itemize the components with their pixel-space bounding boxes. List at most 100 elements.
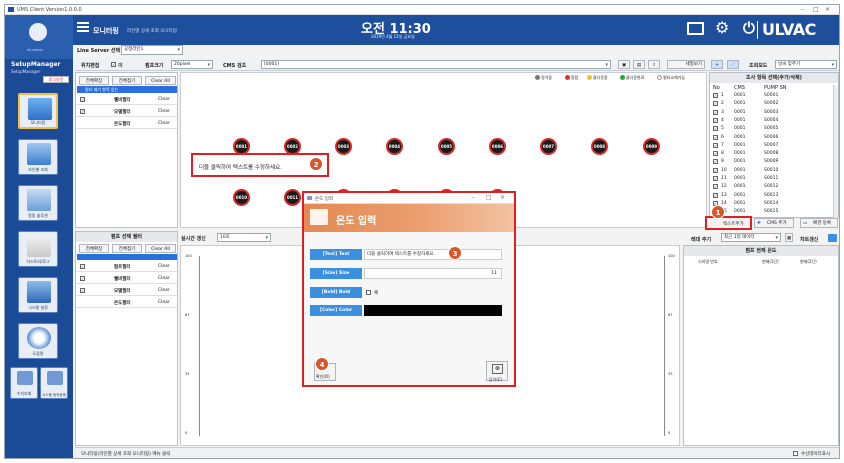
pump-marker[interactable]: 0005 — [438, 138, 455, 155]
pump-size-select[interactable]: 20pixel — [171, 60, 213, 69]
pump-filter-row-clear[interactable]: Clear — [158, 264, 170, 269]
filter-row-checkbox[interactable]: ✓ — [80, 97, 85, 102]
pump-list-row[interactable]: ✓ 13 0001 S0013 — [710, 192, 832, 200]
sidebar-item-system-settings[interactable]: 시스템 설정 — [18, 277, 58, 313]
chart-refresh-icon[interactable] — [828, 234, 837, 242]
maximize-button[interactable]: □ — [813, 6, 819, 13]
pump-list-row-checkbox[interactable]: ✓ — [713, 159, 718, 165]
pump-list-row-checkbox[interactable]: ✓ — [713, 134, 718, 140]
field-text-input[interactable]: 더블 클릭하여 텍스트를 수정하세요. — [364, 249, 502, 260]
pump-marker[interactable]: 0003 — [335, 138, 352, 155]
field-size-input[interactable]: 11 — [364, 268, 502, 279]
pump-marker[interactable]: 0008 — [591, 138, 608, 155]
pump-list-row-checkbox[interactable]: ✓ — [713, 93, 718, 98]
pump-list-row[interactable]: ✓ 9 0001 S0009 — [710, 158, 832, 166]
dialog-close-footer-button[interactable]: ⊗ 닫기(C) — [486, 361, 508, 382]
sidebar-item-history[interactable]: 히스토리/로그 — [18, 231, 58, 267]
dialog-close-button[interactable]: × — [500, 194, 505, 201]
pump-marker[interactable]: 0006 — [489, 138, 506, 155]
upload-icon[interactable]: ⇪ — [648, 60, 660, 69]
pump-list-row-checkbox[interactable]: ✓ — [713, 184, 718, 190]
history-range-select[interactable]: 최근 1일 데이터 — [721, 233, 781, 242]
pump-list-row[interactable]: ✓ 8 0001 S0008 — [710, 150, 832, 158]
cms-select[interactable]: [0001] — [261, 60, 611, 69]
pump-list-row[interactable]: ✓ 1 0001 S0001 — [710, 92, 832, 100]
pump-filter-row-checkbox[interactable]: ✓ — [80, 264, 85, 269]
filter-row-clear[interactable]: Clear — [158, 109, 170, 114]
pump-filter-row-clear[interactable]: Clear — [158, 276, 170, 281]
pump-filter-row-checkbox[interactable]: ✓ — [80, 276, 85, 281]
link-icon[interactable]: ⟋ — [727, 60, 739, 69]
sidebar-item-help[interactable]: 도움말 — [18, 323, 58, 359]
pump-list-row[interactable]: ✓ 2 0001 S0002 — [710, 100, 832, 108]
chart-refresh-label[interactable]: 차트갱신 — [800, 236, 818, 243]
field-color-swatch[interactable] — [364, 305, 502, 316]
dialog-minimize-button[interactable]: – — [472, 194, 475, 201]
pump-list-row[interactable]: ✓ 3 0001 S0003 — [710, 109, 832, 117]
pump-list-row-checkbox[interactable]: ✓ — [713, 167, 718, 173]
sidebar-item-value-query[interactable]: 수치조회 — [10, 367, 38, 399]
pump-list-row-checkbox[interactable]: ✓ — [713, 142, 718, 148]
add-cms-button[interactable]: ✚ CMS 추가 — [754, 218, 794, 228]
pump-list-row-checkbox[interactable]: ✓ — [713, 126, 718, 132]
menu-icon[interactable] — [77, 22, 89, 32]
bg-register-button[interactable]: ▭ 배경 등록 — [800, 218, 838, 228]
pump-list-row[interactable]: ✓ 4 0001 S0004 — [710, 117, 832, 125]
power-icon[interactable]: ⏻ — [743, 20, 755, 36]
pump-expand-all-button[interactable]: 전체확장 — [79, 244, 109, 253]
receive-checkbox[interactable] — [793, 451, 798, 456]
collapse-all-button[interactable]: 전체접기 — [112, 76, 142, 85]
pump-collapse-all-button[interactable]: 전체접기 — [112, 244, 142, 253]
pump-marker[interactable]: 0007 — [540, 138, 557, 155]
logout-button[interactable]: 로그아웃 — [43, 76, 69, 83]
filter-row-clear[interactable]: Clear — [158, 121, 170, 126]
pump-marker[interactable]: 0009 — [643, 138, 660, 155]
sidebar-item-system-status[interactable]: 시스템 동작상태 — [40, 367, 68, 399]
pump-list-row[interactable]: ✓ 7 0001 S0007 — [710, 142, 832, 150]
pump-list-row[interactable]: ✓150001S0015 — [710, 208, 832, 216]
sidebar-item-line-view[interactable]: 라인별 조회 — [18, 139, 58, 175]
pin-icon[interactable]: ✦ — [711, 60, 723, 69]
history-calendar-icon[interactable]: ▦ — [785, 233, 793, 242]
minimize-button[interactable]: – — [801, 6, 804, 13]
line-server-select[interactable]: 공정라인1 — [121, 45, 183, 55]
gear-icon[interactable]: ⚙ — [715, 20, 729, 36]
pump-list-row[interactable]: ✓ 6 0001 S0006 — [710, 134, 832, 142]
pump-list-row-checkbox[interactable]: ✓ — [713, 151, 718, 157]
pump-list-row-checkbox[interactable]: ✓ — [713, 176, 718, 181]
close-button[interactable]: × — [825, 6, 830, 13]
pump-filter-row-checkbox[interactable]: ✓ — [80, 288, 85, 293]
pump-list-scrollbar[interactable] — [833, 85, 838, 218]
pump-filter-row-clear[interactable]: Clear — [158, 288, 170, 293]
realtime-interval-select[interactable]: 10초 — [217, 233, 271, 242]
filter-row-checkbox[interactable]: ✓ — [80, 109, 85, 114]
detail-view-button[interactable]: 세밀보기 — [667, 60, 705, 69]
pump-marker[interactable]: 0010 — [233, 189, 250, 206]
pump-list-row-checkbox[interactable]: ✓ — [713, 192, 718, 198]
monitor-icon[interactable] — [687, 22, 704, 35]
pump-list-row[interactable]: ✓ 10 0001 S0010 — [710, 167, 832, 175]
pump-marker[interactable]: 0011 — [284, 189, 301, 206]
pump-marker[interactable]: 0004 — [386, 138, 403, 155]
pump-list-row[interactable]: ✓ 12 0001 S0012 — [710, 183, 832, 191]
expand-all-button[interactable]: 전체확장 — [79, 76, 109, 85]
position-edit-checkbox[interactable]: ✓ — [111, 62, 116, 67]
pump-list-row-checkbox[interactable]: ✓ — [713, 101, 718, 107]
view-mode-select[interactable]: 날씨 맞추기 — [775, 60, 837, 69]
clear-all-button[interactable]: Clear All — [145, 76, 176, 85]
filter-row-clear[interactable]: Clear — [158, 97, 170, 102]
add-text-button[interactable]: 텍스트추가 — [705, 216, 752, 230]
pump-clear-all-button[interactable]: Clear All — [145, 244, 176, 253]
pump-list-row-checkbox[interactable]: ✓ — [713, 117, 718, 123]
sidebar-item-monitoring[interactable]: 모니터링 — [18, 93, 58, 129]
save-icon[interactable]: ▣ — [618, 60, 630, 69]
pump-list-row[interactable]: ✓ 5 0001 S0005 — [710, 125, 832, 133]
dialog-maximize-button[interactable]: □ — [486, 194, 492, 201]
pump-list-row-checkbox[interactable]: ✓ — [713, 109, 718, 115]
pump-filter-row-clear[interactable]: Clear — [158, 300, 170, 305]
sidebar-item-alarm[interactable]: 알람 솔루션 — [18, 185, 58, 221]
pump-list-row[interactable]: ✓ 14 0001 S0014 — [710, 200, 832, 208]
field-bold-checkbox[interactable] — [366, 290, 371, 295]
document-icon[interactable]: ▤ — [633, 60, 645, 69]
pump-list-row[interactable]: ✓ 11 0001 S0011 — [710, 175, 832, 183]
